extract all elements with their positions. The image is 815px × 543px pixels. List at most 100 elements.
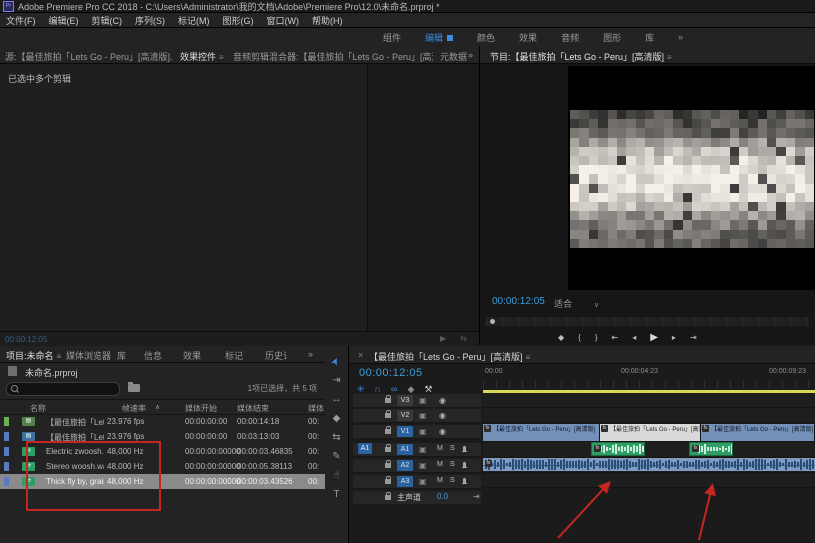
timeline-timecode[interactable]: 00:00:12:05 xyxy=(359,367,423,379)
mic-icon[interactable] xyxy=(463,446,466,451)
sync-lock-icon[interactable]: ▣ xyxy=(419,445,427,454)
tab-metadata[interactable]: 元数据 xyxy=(440,50,467,63)
menu-item-graphics[interactable]: 图形(G) xyxy=(223,14,254,27)
media-name[interactable]: Electric zwoosh.wav xyxy=(46,447,104,456)
lock-icon[interactable] xyxy=(385,447,391,452)
loop-icon[interactable]: ⇆ xyxy=(460,334,467,343)
track-lane-v1[interactable]: fx【最佳旅拍「Lets Go - Peru」[高清版]fx【最佳旅拍「Lets… xyxy=(483,424,815,442)
workspace-tab-assembly[interactable]: 组件 xyxy=(383,31,401,44)
mark-in-button[interactable]: { xyxy=(578,333,581,342)
column-header-media-duration[interactable]: 媒体 xyxy=(308,403,324,414)
fit-icon[interactable]: ⇥ xyxy=(473,492,480,501)
sync-lock-icon[interactable]: ▣ xyxy=(419,427,427,436)
program-timecode[interactable]: 00:00:12:05 xyxy=(492,296,545,307)
hand-tool[interactable]: ☝ xyxy=(333,470,339,482)
menu-item-help[interactable]: 帮助(H) xyxy=(312,14,343,27)
tab-history[interactable]: 历史记录 xyxy=(265,349,287,362)
solo-button[interactable]: S xyxy=(450,477,455,484)
tab-media-browser[interactable]: 媒体浏览器 xyxy=(66,349,111,362)
track-header-a1[interactable]: A1 ▣ MS xyxy=(353,443,481,457)
workspace-overflow-icon[interactable]: » xyxy=(678,32,683,42)
menu-item-clip[interactable]: 剪辑(C) xyxy=(92,14,123,27)
selection-tool[interactable]: ➤ xyxy=(329,356,343,369)
mute-button[interactable]: M xyxy=(437,477,443,484)
pen-tool[interactable]: ✎ xyxy=(332,451,340,463)
step-back-button[interactable]: ◂ xyxy=(632,333,636,342)
track-name-badge[interactable]: A3 xyxy=(397,476,413,487)
type-tool[interactable]: T xyxy=(333,489,339,501)
audio-clip-sfx-1[interactable]: fx xyxy=(591,442,645,456)
razor-tool[interactable]: ◆ xyxy=(333,413,341,425)
tab-project[interactable]: 项目:未命名≡ xyxy=(6,349,61,362)
sync-lock-icon[interactable]: ▣ xyxy=(419,461,427,470)
media-row-2[interactable]: ▤【最佳旅拍「Lets Go - Pe23.976 fps00:00:00:00… xyxy=(0,429,325,444)
workspace-tab-graphics[interactable]: 图形 xyxy=(603,31,621,44)
tab-markers[interactable]: 标记 xyxy=(225,349,243,362)
project-file-row[interactable]: 未命名.prproj xyxy=(0,364,325,379)
track-header-v2[interactable]: V2 ▣ ◉ xyxy=(353,409,481,423)
lock-icon[interactable] xyxy=(385,495,391,500)
track-header-a2[interactable]: A2▣MS xyxy=(353,459,481,473)
lock-icon[interactable] xyxy=(385,429,391,434)
play-button[interactable]: ▶ xyxy=(650,332,658,343)
menu-item-marker[interactable]: 标记(M) xyxy=(178,14,210,27)
program-mini-timeline[interactable] xyxy=(486,317,809,326)
track-lane-a2[interactable]: fx xyxy=(483,458,815,473)
track-header-v1[interactable]: V1 ▣ ◉ xyxy=(353,425,481,439)
workspace-tab-editing[interactable]: 编辑 xyxy=(425,31,453,44)
eye-icon[interactable]: ◉ xyxy=(439,427,446,436)
go-to-in-button[interactable]: ⇤ xyxy=(612,333,619,342)
audio-clip-sfx-2[interactable]: fx xyxy=(689,442,733,456)
tab-effects[interactable]: 效果 xyxy=(183,349,201,362)
sync-lock-icon[interactable]: ▣ xyxy=(419,477,427,486)
solo-button[interactable]: S xyxy=(450,445,455,452)
menu-item-file[interactable]: 文件(F) xyxy=(6,14,36,27)
eye-icon[interactable]: ◉ xyxy=(439,396,446,405)
track-header-a3[interactable]: A3 ▣ MS xyxy=(353,475,481,489)
panel-menu-icon[interactable]: ≡ xyxy=(526,353,531,362)
label-color-chip[interactable] xyxy=(4,462,9,471)
track-name-badge[interactable]: V3 xyxy=(397,395,413,406)
video-clip-2[interactable]: fx【最佳旅拍「Lets Go - Peru」[高清版] xyxy=(600,424,701,441)
media-name[interactable]: Thick fly by, grainy.wav xyxy=(46,477,104,486)
workspace-tab-color[interactable]: 颜色 xyxy=(477,31,495,44)
master-level-value[interactable]: 0.0 xyxy=(437,492,448,501)
mute-button[interactable]: M xyxy=(437,461,443,468)
label-color-chip[interactable] xyxy=(4,477,9,486)
close-icon[interactable]: × xyxy=(358,350,363,360)
tab-overflow-icon[interactable]: » xyxy=(468,50,473,60)
media-name[interactable]: 【最佳旅拍「Lets Go - Pe xyxy=(46,417,104,428)
mute-button[interactable]: M xyxy=(437,445,443,452)
column-header-framerate[interactable]: 帧速率 xyxy=(122,403,146,414)
step-forward-button[interactable]: ▸ xyxy=(672,333,676,342)
tab-program-monitor[interactable]: 节目:【最佳旅拍「Lets Go - Peru」[高清版]≡ xyxy=(490,50,790,63)
workspace-tab-effects[interactable]: 效果 xyxy=(519,31,537,44)
column-header-media-start[interactable]: 媒体开始 xyxy=(185,403,217,414)
workspace-tab-libraries[interactable]: 库 xyxy=(645,31,654,44)
ripple-edit-tool[interactable]: ↔ xyxy=(332,394,342,406)
track-name-badge[interactable]: V1 xyxy=(397,426,413,437)
panel-menu-icon[interactable]: ≡ xyxy=(57,352,62,361)
tab-overflow-icon[interactable]: » xyxy=(308,349,313,359)
sync-lock-icon[interactable]: ▣ xyxy=(419,411,427,420)
eye-icon[interactable]: ◉ xyxy=(439,411,446,420)
new-bin-icon[interactable] xyxy=(128,384,140,392)
column-header-media-end[interactable]: 媒体结束 xyxy=(237,403,269,414)
track-name-badge[interactable]: V2 xyxy=(397,410,413,421)
sync-lock-icon[interactable]: ▣ xyxy=(419,396,427,405)
track-name-badge[interactable]: A1 xyxy=(397,444,413,455)
track-lane-v2[interactable] xyxy=(483,409,815,423)
tab-source-monitor[interactable]: 源:【最佳旅拍「Lets Go - Peru」[高清版].mp4 xyxy=(5,50,173,63)
search-input[interactable] xyxy=(6,382,120,396)
label-color-chip[interactable] xyxy=(4,417,9,426)
media-name[interactable]: Stereo woosh.wav xyxy=(46,462,104,471)
track-lane-a3[interactable] xyxy=(483,474,815,488)
track-header-master[interactable]: 主声道0.0⇥ xyxy=(353,491,481,505)
play-icon[interactable]: ▶ xyxy=(440,334,446,343)
tab-info[interactable]: 信息 xyxy=(144,349,162,362)
track-lane-a1[interactable]: fx fx xyxy=(483,442,815,458)
source-patch-a1[interactable]: A1 xyxy=(358,443,372,454)
track-lane-v3[interactable] xyxy=(483,394,815,408)
slip-tool[interactable]: ⇆ xyxy=(332,432,340,444)
media-name[interactable]: 【最佳旅拍「Lets Go - Pe xyxy=(46,432,104,443)
